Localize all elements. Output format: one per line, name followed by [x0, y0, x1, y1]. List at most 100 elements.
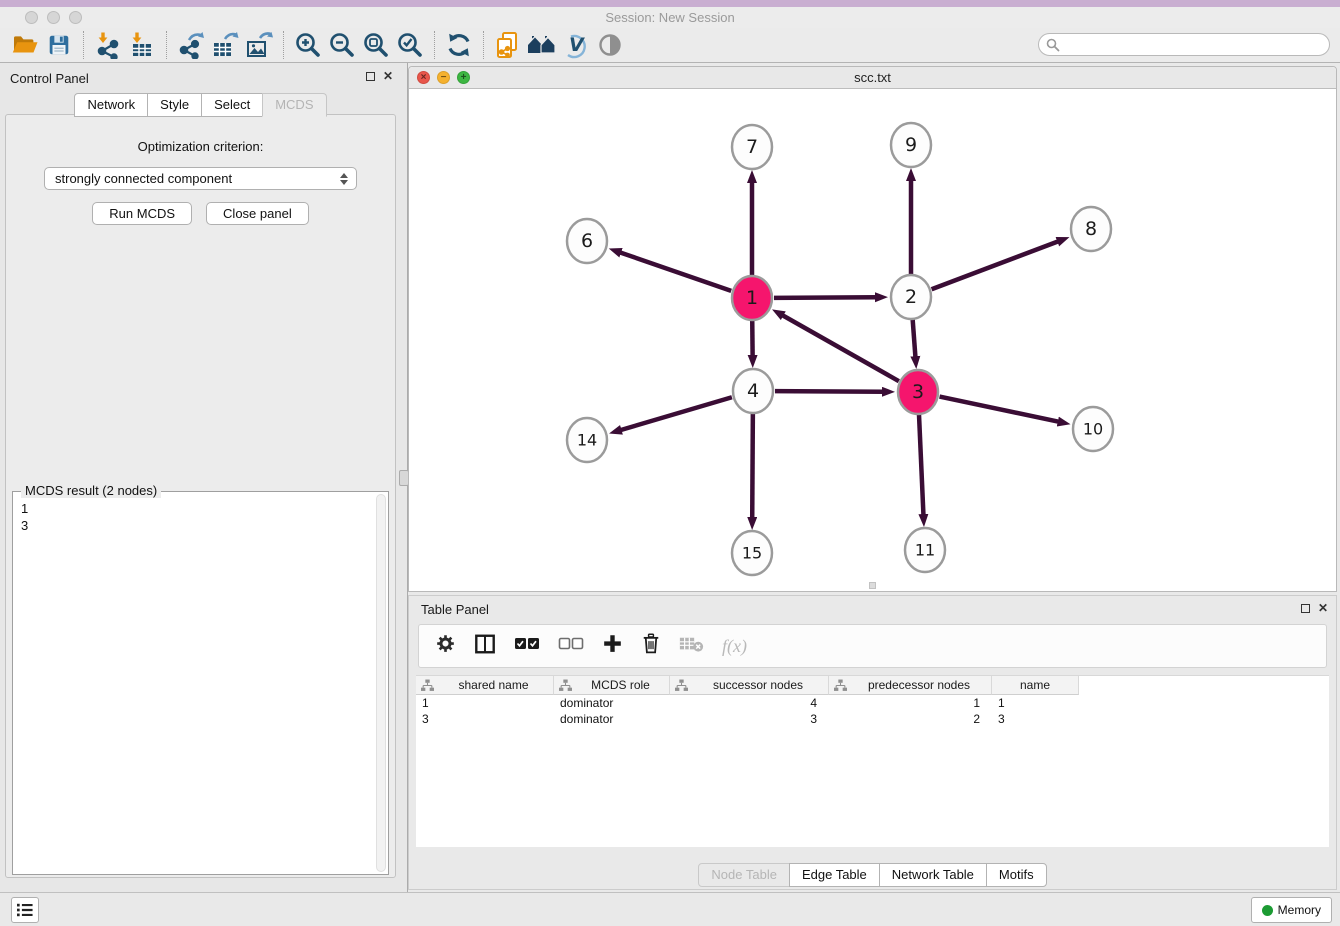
tab-network[interactable]: Network — [74, 93, 148, 117]
add-column-icon[interactable] — [602, 633, 623, 659]
search-icon — [1046, 38, 1060, 52]
table-panel: Table Panel ✕ f(x) — [408, 595, 1337, 890]
show-columns-icon[interactable] — [474, 633, 496, 660]
table-settings-gear-icon[interactable] — [435, 633, 456, 659]
tab-mcds[interactable]: MCDS — [262, 93, 326, 117]
toolbar-separator — [483, 31, 484, 59]
column-header-predecessor-nodes[interactable]: predecessor nodes — [829, 676, 992, 695]
graph-edge-3-10[interactable] — [940, 397, 1060, 422]
svg-text:V: V — [569, 34, 585, 56]
tab-style[interactable]: Style — [147, 93, 202, 117]
zoom-fit-icon[interactable] — [359, 30, 393, 60]
open-session-icon[interactable] — [8, 30, 42, 60]
table-row[interactable]: 1 dominator 4 1 1 — [416, 695, 1329, 711]
apply-style-icon[interactable]: V — [559, 30, 593, 60]
select-stepper-icon — [340, 173, 348, 185]
mcds-result-box: MCDS result (2 nodes) 1 3 — [12, 491, 389, 875]
canvas-grip[interactable] — [869, 582, 876, 589]
graph-node-label: 6 — [581, 230, 593, 252]
column-type-icon — [675, 679, 688, 692]
export-network-icon[interactable] — [174, 30, 208, 60]
memory-button[interactable]: Memory — [1251, 897, 1332, 923]
memory-status-icon — [1262, 905, 1273, 916]
network-canvas[interactable]: 7968124314101511 — [409, 89, 1336, 591]
column-header-mcds-role[interactable]: MCDS role — [554, 676, 670, 695]
table-header-row: shared name MCDS role successor nodes pr… — [416, 676, 1329, 695]
graph-node-label: 3 — [912, 381, 924, 403]
memory-label: Memory — [1278, 903, 1321, 917]
graph-edge-4-14[interactable] — [620, 397, 732, 430]
tab-motifs[interactable]: Motifs — [986, 863, 1047, 887]
panel-divider[interactable] — [401, 63, 408, 892]
close-table-panel-icon[interactable]: ✕ — [1318, 603, 1328, 613]
search-field[interactable] — [1038, 33, 1330, 56]
column-header-successor-nodes[interactable]: successor nodes — [670, 676, 829, 695]
delete-column-icon[interactable] — [641, 633, 661, 659]
toolbar-separator — [283, 31, 284, 59]
tab-edge-table[interactable]: Edge Table — [789, 863, 880, 887]
table-row[interactable]: 3 dominator 3 2 3 — [416, 711, 1329, 727]
first-neighbors-icon[interactable] — [525, 30, 559, 60]
toolbar-separator — [434, 31, 435, 59]
graph-edge-4-15[interactable] — [752, 413, 753, 519]
network-window-title: scc.txt — [409, 70, 1336, 85]
graph-node-label: 2 — [905, 286, 917, 308]
run-mcds-button[interactable]: Run MCDS — [92, 202, 192, 225]
zoom-in-icon[interactable] — [291, 30, 325, 60]
column-type-icon — [834, 679, 847, 692]
tab-node-table[interactable]: Node Table — [698, 863, 790, 887]
save-session-icon[interactable] — [42, 30, 76, 60]
tab-network-table[interactable]: Network Table — [879, 863, 987, 887]
control-panel: Control Panel ✕ Network Style Select MCD… — [0, 63, 401, 892]
result-scrollbar[interactable] — [376, 494, 386, 872]
graph-edge-1-6[interactable] — [619, 252, 731, 291]
toolbar-separator — [83, 31, 84, 59]
graph-edge-2-3[interactable] — [913, 319, 916, 358]
column-header-name[interactable]: name — [992, 676, 1079, 695]
float-panel-icon[interactable] — [366, 72, 375, 81]
session-title: Session: New Session — [0, 10, 1340, 25]
close-panel-icon[interactable]: ✕ — [383, 71, 393, 81]
optimization-criterion-select[interactable]: strongly connected component — [44, 167, 357, 190]
graph-node-label: 10 — [1083, 420, 1103, 439]
table-panel-tabs: Node Table Edge Table Network Table Moti… — [409, 863, 1336, 887]
zoom-selected-icon[interactable] — [393, 30, 427, 60]
float-table-panel-icon[interactable] — [1301, 604, 1310, 613]
desktop-background-strip — [0, 0, 1340, 7]
column-header-shared-name[interactable]: shared name — [416, 676, 554, 695]
graph-node-label: 9 — [905, 134, 917, 156]
graph-node-label: 15 — [742, 544, 762, 563]
import-network-icon[interactable] — [91, 30, 125, 60]
graphics-details-icon[interactable] — [593, 30, 627, 60]
close-panel-button[interactable]: Close panel — [206, 202, 309, 225]
main-toolbar: V — [0, 28, 1340, 63]
graph-edge-2-8[interactable] — [932, 241, 1060, 289]
graph-edge-3-1[interactable] — [782, 315, 899, 381]
status-bar: Memory — [0, 892, 1340, 926]
optimization-criterion-label: Optimization criterion: — [6, 139, 395, 154]
graph-edge-3-11[interactable] — [919, 414, 924, 516]
graph-node-label: 4 — [747, 380, 759, 402]
graph-edge-4-3[interactable] — [775, 391, 884, 392]
graph-node-label: 14 — [577, 431, 597, 450]
deselect-all-icon[interactable] — [558, 636, 584, 656]
clone-network-icon[interactable] — [491, 30, 525, 60]
graph-edge-1-2[interactable] — [774, 297, 877, 298]
tab-select[interactable]: Select — [201, 93, 263, 117]
control-panel-tabs: Network Style Select MCDS — [0, 93, 401, 117]
graph-node-label: 1 — [746, 287, 758, 309]
search-input[interactable] — [1060, 36, 1329, 54]
column-type-icon — [559, 679, 572, 692]
task-history-button[interactable] — [11, 897, 39, 923]
mcds-result-list[interactable]: 1 3 — [13, 492, 388, 542]
delete-table-icon[interactable] — [679, 635, 704, 658]
select-all-icon[interactable] — [514, 636, 540, 656]
function-builder-icon[interactable]: f(x) — [722, 636, 747, 657]
import-table-icon[interactable] — [125, 30, 159, 60]
export-table-icon[interactable] — [208, 30, 242, 60]
network-window-titlebar[interactable]: × − + scc.txt — [409, 67, 1336, 89]
apply-layout-icon[interactable] — [442, 30, 476, 60]
list-icon — [16, 902, 34, 918]
zoom-out-icon[interactable] — [325, 30, 359, 60]
export-image-icon[interactable] — [242, 30, 276, 60]
